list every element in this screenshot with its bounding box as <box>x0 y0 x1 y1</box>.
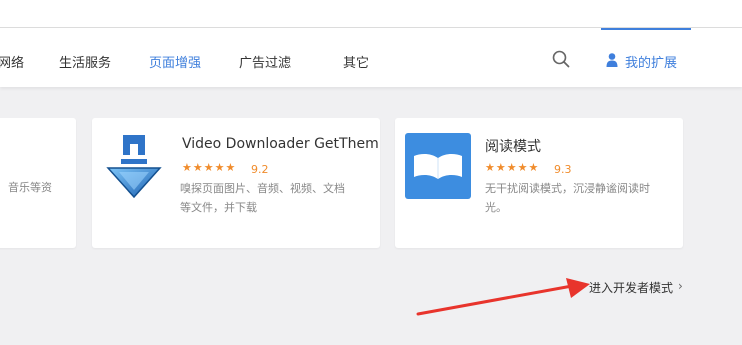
my-extensions-tab[interactable]: 我的扩展 <box>601 28 691 87</box>
my-extensions-label: 我的扩展 <box>625 56 678 71</box>
rating-stars-icon: ★★★★★ <box>182 161 237 174</box>
description-line: 等文件，并下载 <box>180 201 257 214</box>
category-nav: 网络 生活服务 页面增强 广告过滤 其它 我的扩展 <box>0 28 742 87</box>
top-bar <box>0 0 742 28</box>
search-icon[interactable] <box>551 49 571 69</box>
extension-description: 音乐等资 <box>8 181 52 194</box>
rating-stars-icon: ★★★★★ <box>485 161 540 174</box>
developer-mode-link[interactable]: 进入开发者模式 <box>589 279 673 296</box>
rating-score: 9.2 <box>251 163 269 176</box>
description-line: 无干扰阅读模式，沉浸静谧阅读时 <box>485 182 650 195</box>
nav-tab-ad-filter[interactable]: 广告过滤 <box>239 52 291 71</box>
download-arrow-icon <box>105 133 163 199</box>
chevron-right-icon[interactable]: › <box>678 279 683 293</box>
nav-tab-network[interactable]: 网络 <box>0 52 24 71</box>
extension-card[interactable]: 音乐等资 <box>0 118 76 248</box>
extension-description: 嗅探页面图片、音频、视频、文档 等文件，并下载 <box>180 179 376 217</box>
person-icon <box>605 52 619 68</box>
extension-title: Video Downloader GetThem... <box>182 136 380 152</box>
extension-card[interactable]: Video Downloader GetThem... ★★★★★ 9.2 嗅探… <box>92 118 380 248</box>
nav-tab-page-enhance[interactable]: 页面增强 <box>149 52 201 71</box>
description-line: 嗅探页面图片、音频、视频、文档 <box>180 182 345 195</box>
description-line: 光。 <box>485 201 507 214</box>
extension-description: 无干扰阅读模式，沉浸静谧阅读时 光。 <box>485 179 677 217</box>
extension-title: 阅读模式 <box>485 139 541 155</box>
nav-tab-other[interactable]: 其它 <box>343 52 369 71</box>
open-book-icon <box>405 133 471 199</box>
rating-score: 9.3 <box>554 163 572 176</box>
nav-tab-life-services[interactable]: 生活服务 <box>59 52 111 71</box>
extension-card[interactable]: 阅读模式 ★★★★★ 9.3 无干扰阅读模式，沉浸静谧阅读时 光。 <box>395 118 683 248</box>
